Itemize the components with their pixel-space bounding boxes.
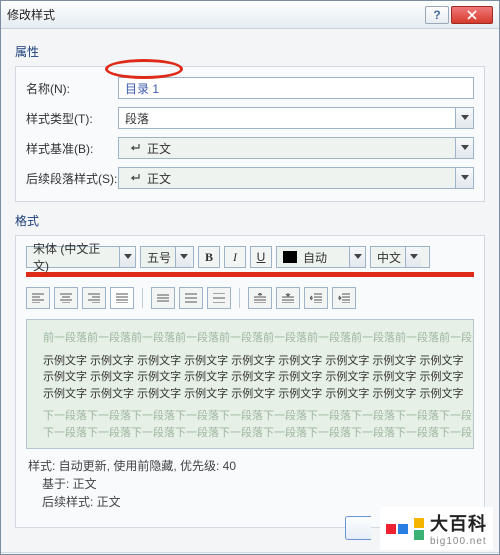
ok-button-partial[interactable] (345, 516, 371, 540)
space-before-inc-button[interactable] (248, 287, 272, 309)
desc-line: 基于: 正文 (28, 475, 472, 493)
chevron-down-icon (405, 247, 421, 267)
preview-prev-para: 前一段落前一段落前一段落前一段落前一段落前一段落前一段落前一段落前一段落前一段落 (43, 330, 457, 347)
titlebar-buttons: ? (425, 6, 493, 24)
align-justify-icon (116, 293, 128, 303)
align-right-button[interactable] (82, 287, 106, 309)
separator (239, 288, 240, 308)
separator (1, 552, 499, 553)
align-left-icon (32, 293, 44, 303)
chevron-down-icon (349, 247, 365, 267)
line-spacing-icon (185, 293, 197, 303)
dialog-title: 修改样式 (7, 6, 55, 23)
spacing-icon (254, 293, 266, 303)
font-color-select[interactable]: 自动 (276, 246, 366, 268)
paragraph-return-icon (129, 143, 141, 153)
watermark: 大百科 big100.net (380, 507, 493, 550)
space-before-dec-button[interactable] (276, 287, 300, 309)
content-area: 属性 名称(N): 样式类型(T): 段落 样式基准(B): 正文 (1, 29, 499, 546)
font-toolbar: 宋体 (中文正文) 五号 B I U 自动 中文 (26, 246, 474, 268)
italic-button[interactable]: I (224, 246, 246, 268)
chevron-down-icon (455, 108, 473, 128)
separator (142, 288, 143, 308)
preview-sample-line: 示例文字 示例文字 示例文字 示例文字 示例文字 示例文字 示例文字 示例文字 … (43, 353, 457, 370)
line-spacing-icon (213, 293, 225, 303)
paragraph-toolbar (26, 287, 474, 309)
align-justify-button[interactable] (110, 287, 134, 309)
line-spacing-1-button[interactable] (151, 287, 175, 309)
style-description: 样式: 自动更新, 使用前隐藏, 优先级: 40 基于: 正文 后续样式: 正文 (28, 457, 472, 511)
name-input[interactable] (118, 77, 474, 99)
style-base-value: 正文 (147, 140, 171, 157)
line-spacing-icon (157, 293, 169, 303)
preview-sample-line: 示例文字 示例文字 示例文字 示例文字 示例文字 示例文字 示例文字 示例文字 … (43, 386, 457, 403)
font-size-select[interactable]: 五号 (140, 246, 194, 268)
chevron-down-icon (455, 138, 473, 158)
underline-button[interactable]: U (250, 246, 272, 268)
align-center-icon (60, 293, 72, 303)
watermark-text: 大百科 big100.net (430, 510, 487, 547)
preview-next-para: 下一段落下一段落下一段落下一段落下一段落下一段落下一段落下一段落下一段落下一段落 (43, 425, 457, 442)
help-button[interactable]: ? (425, 6, 449, 24)
format-group: 宋体 (中文正文) 五号 B I U 自动 中文 (15, 235, 485, 528)
follow-style-value: 正文 (147, 170, 171, 187)
style-type-label: 样式类型(T): (26, 110, 118, 127)
indent-inc-icon (338, 293, 350, 303)
section-format-label: 格式 (15, 212, 485, 229)
follow-style-label: 后续段落样式(S): (26, 170, 118, 187)
font-select[interactable]: 宋体 (中文正文) (26, 246, 136, 268)
titlebar: 修改样式 ? (1, 1, 499, 29)
align-right-icon (88, 293, 100, 303)
indent-decrease-button[interactable] (304, 287, 328, 309)
desc-line: 样式: 自动更新, 使用前隐藏, 优先级: 40 (28, 457, 472, 475)
close-icon (467, 10, 477, 20)
indent-dec-icon (310, 293, 322, 303)
watermark-site: big100.net (430, 536, 487, 547)
section-properties-label: 属性 (15, 43, 485, 60)
spacing-icon (282, 293, 294, 303)
follow-style-select[interactable]: 正文 (118, 167, 474, 189)
watermark-brand: 大百科 (430, 510, 487, 536)
style-base-select[interactable]: 正文 (118, 137, 474, 159)
properties-group: 名称(N): 样式类型(T): 段落 样式基准(B): 正文 (15, 66, 485, 202)
preview-pane: 前一段落前一段落前一段落前一段落前一段落前一段落前一段落前一段落前一段落前一段落… (26, 319, 474, 449)
close-button[interactable] (451, 6, 493, 24)
watermark-logo-icon (414, 518, 424, 540)
preview-next-para: 下一段落下一段落下一段落下一段落下一段落下一段落下一段落下一段落下一段落下一段落 (43, 408, 457, 425)
paragraph-return-icon (129, 173, 141, 183)
chevron-down-icon (175, 247, 191, 267)
line-spacing-3-button[interactable] (207, 287, 231, 309)
modify-style-dialog: 修改样式 ? 属性 名称(N): 样式类型(T): 段落 (0, 0, 500, 555)
bold-button[interactable]: B (198, 246, 220, 268)
align-left-button[interactable] (26, 287, 50, 309)
chevron-down-icon (119, 247, 135, 267)
language-select[interactable]: 中文 (370, 246, 430, 268)
font-color-value: 自动 (303, 249, 327, 266)
preview-sample-line: 示例文字 示例文字 示例文字 示例文字 示例文字 示例文字 示例文字 示例文字 … (43, 369, 457, 386)
style-type-value: 段落 (125, 110, 149, 127)
style-base-label: 样式基准(B): (26, 140, 118, 157)
style-type-select[interactable]: 段落 (118, 107, 474, 129)
name-label: 名称(N): (26, 80, 118, 97)
chevron-down-icon (455, 168, 473, 188)
language-value: 中文 (377, 249, 401, 266)
line-spacing-2-button[interactable] (179, 287, 203, 309)
font-value: 宋体 (中文正文) (33, 240, 115, 274)
color-swatch-icon (283, 251, 297, 263)
indent-increase-button[interactable] (332, 287, 356, 309)
watermark-logo-icon (386, 524, 408, 534)
font-size-value: 五号 (147, 249, 171, 266)
align-center-button[interactable] (54, 287, 78, 309)
